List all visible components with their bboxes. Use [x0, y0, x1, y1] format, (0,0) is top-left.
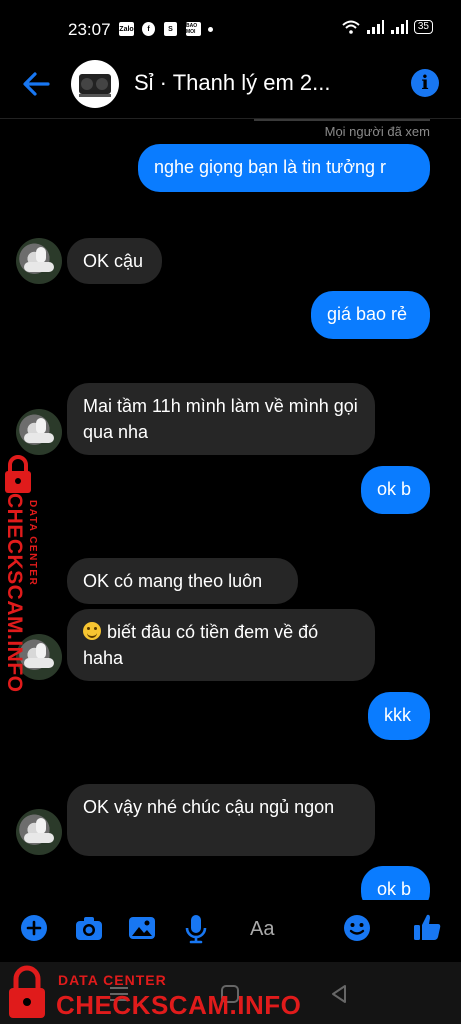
thumbs-up-icon[interactable] [412, 912, 442, 942]
emoji-icon[interactable] [343, 914, 371, 942]
message-bubble-outgoing[interactable]: nghe giọng bạn là tin tưởng r [138, 144, 430, 192]
group-avatar[interactable] [71, 60, 119, 108]
back-arrow-icon[interactable] [20, 68, 52, 100]
sender-avatar[interactable] [16, 409, 62, 455]
status-bar: 23:07 Zalo f S BAO MOI 35 [0, 0, 461, 56]
message-text: biết đâu có tiền đem về đó haha [83, 622, 319, 668]
wifi-icon [342, 20, 360, 34]
message-bubble-outgoing[interactable]: giá bao rẻ [311, 291, 430, 339]
shopee-icon: S [164, 22, 177, 36]
composer-bar: Aa [0, 900, 461, 962]
message-bubble-incoming[interactable]: OK có mang theo luôn [67, 558, 298, 604]
gpu-image [79, 74, 111, 97]
message-input[interactable]: Aa [250, 918, 274, 941]
message-bubble-incoming[interactable]: OK cậu [67, 238, 162, 284]
chat-header: Sỉ · Thanh lý em 2... i [0, 56, 461, 118]
signal-icon [366, 20, 384, 34]
message-bubble-incoming[interactable]: Mai tầm 11h mình làm về mình gọi qua nha [67, 383, 375, 455]
facebook-icon: f [142, 22, 155, 36]
seen-status: Mọi người đã xem [324, 124, 430, 139]
signal-icon-2 [390, 20, 408, 34]
more-notifications-dot [208, 27, 213, 32]
message-bubble-outgoing[interactable]: ok b [361, 466, 430, 514]
watermark-side-title: DATA CENTER [27, 500, 38, 587]
plus-icon[interactable] [20, 914, 48, 942]
padlock-icon [9, 965, 45, 1018]
watermark-side-brand: CHECKSCAM.INFO [3, 493, 26, 693]
message-bubble-outgoing[interactable]: kkk [368, 692, 430, 740]
sender-avatar[interactable] [16, 809, 62, 855]
chat-title[interactable]: Sỉ · Thanh lý em 2... [134, 70, 330, 96]
padlock-icon [5, 455, 31, 493]
battery-icon: 35 [413, 20, 433, 34]
camera-icon[interactable] [74, 914, 104, 942]
gallery-icon[interactable] [128, 914, 156, 942]
baomoi-icon: BAO MOI [186, 22, 201, 36]
watermark-title: DATA CENTER [58, 972, 167, 988]
back-nav-icon[interactable] [330, 984, 348, 1004]
sender-avatar[interactable] [16, 238, 62, 284]
message-bubble-incoming[interactable]: OK vậy nhé chúc cậu ngủ ngon [67, 784, 375, 856]
microphone-icon[interactable] [184, 914, 208, 944]
message-bubble-incoming[interactable]: biết đâu có tiền đem về đó haha [67, 609, 375, 681]
info-icon[interactable]: i [411, 69, 439, 97]
smiley-emoji-icon [83, 622, 101, 640]
zalo-icon: Zalo [119, 22, 134, 36]
seen-bar [254, 119, 430, 121]
status-time: 23:07 [68, 20, 111, 39]
watermark-brand: CHECKSCAM.INFO [56, 990, 302, 1020]
